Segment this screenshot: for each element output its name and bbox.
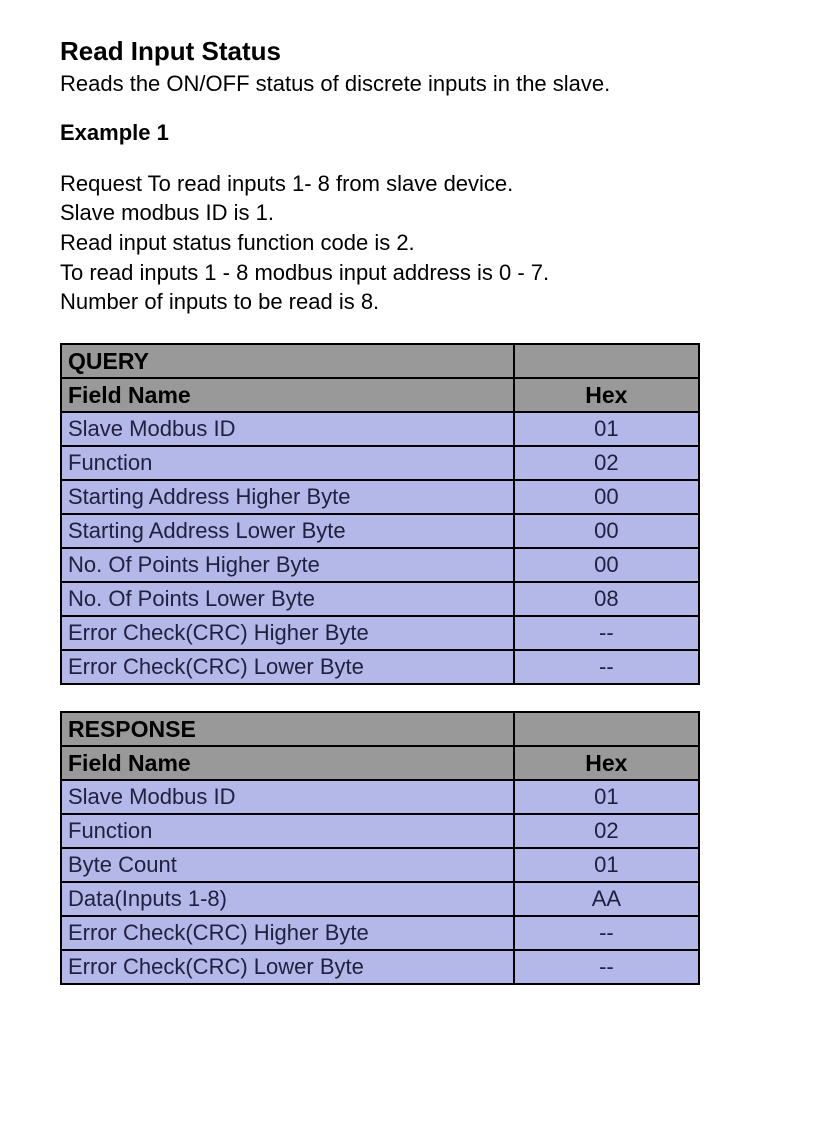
cell-label: Slave Modbus ID [61,780,514,814]
cell-label: Error Check(CRC) Lower Byte [61,650,514,684]
cell-label: Function [61,814,514,848]
table-row: Starting Address Lower Byte00 [61,514,699,548]
table-row: No. Of Points Lower Byte08 [61,582,699,616]
table-row: No. Of Points Higher Byte00 [61,548,699,582]
cell-hex: 01 [514,848,699,882]
cell-hex: 02 [514,446,699,480]
table-row: Slave Modbus ID01 [61,412,699,446]
cell-hex: 02 [514,814,699,848]
page-subtitle: Reads the ON/OFF status of discrete inpu… [60,70,769,98]
cell-label: No. Of Points Higher Byte [61,548,514,582]
cell-hex: -- [514,916,699,950]
table-row: Slave Modbus ID01 [61,780,699,814]
cell-hex: -- [514,950,699,984]
cell-label: No. Of Points Lower Byte [61,582,514,616]
table-name-cell: QUERY [61,344,514,378]
description-block: Request To read inputs 1- 8 from slave d… [60,169,769,317]
table-row: Error Check(CRC) Lower Byte-- [61,950,699,984]
table-row: Error Check(CRC) Higher Byte-- [61,916,699,950]
cell-hex: -- [514,616,699,650]
cell-hex: 08 [514,582,699,616]
table-row: Error Check(CRC) Higher Byte-- [61,616,699,650]
cell-label: Function [61,446,514,480]
cell-label: Byte Count [61,848,514,882]
desc-line: Read input status function code is 2. [60,228,769,258]
table-row: Byte Count01 [61,848,699,882]
cell-label: Starting Address Higher Byte [61,480,514,514]
cell-label: Slave Modbus ID [61,412,514,446]
col-header-hex: Hex [514,746,699,780]
col-header-hex: Hex [514,378,699,412]
table-name-empty [514,344,699,378]
cell-hex: AA [514,882,699,916]
table-row: Function02 [61,814,699,848]
response-table: RESPONSE Field Name Hex Slave Modbus ID0… [60,711,700,985]
desc-line: Number of inputs to be read is 8. [60,287,769,317]
cell-hex: 00 [514,480,699,514]
cell-hex: 01 [514,412,699,446]
table-row: Data(Inputs 1-8)AA [61,882,699,916]
col-header-label: Field Name [61,746,514,780]
table-name-cell: RESPONSE [61,712,514,746]
cell-label: Data(Inputs 1-8) [61,882,514,916]
cell-label: Error Check(CRC) Higher Byte [61,916,514,950]
table-row: Starting Address Higher Byte00 [61,480,699,514]
desc-line: To read inputs 1 - 8 modbus input addres… [60,258,769,288]
table-name-empty [514,712,699,746]
desc-line: Request To read inputs 1- 8 from slave d… [60,169,769,199]
cell-label: Error Check(CRC) Higher Byte [61,616,514,650]
cell-hex: 01 [514,780,699,814]
cell-hex: -- [514,650,699,684]
table-row: Error Check(CRC) Lower Byte-- [61,650,699,684]
desc-line: Slave modbus ID is 1. [60,198,769,228]
table-row: Function02 [61,446,699,480]
cell-label: Error Check(CRC) Lower Byte [61,950,514,984]
query-table: QUERY Field Name Hex Slave Modbus ID01 F… [60,343,700,685]
cell-hex: 00 [514,548,699,582]
page-title: Read Input Status [60,35,769,68]
col-header-label: Field Name [61,378,514,412]
example-label: Example 1 [60,119,769,147]
cell-hex: 00 [514,514,699,548]
cell-label: Starting Address Lower Byte [61,514,514,548]
